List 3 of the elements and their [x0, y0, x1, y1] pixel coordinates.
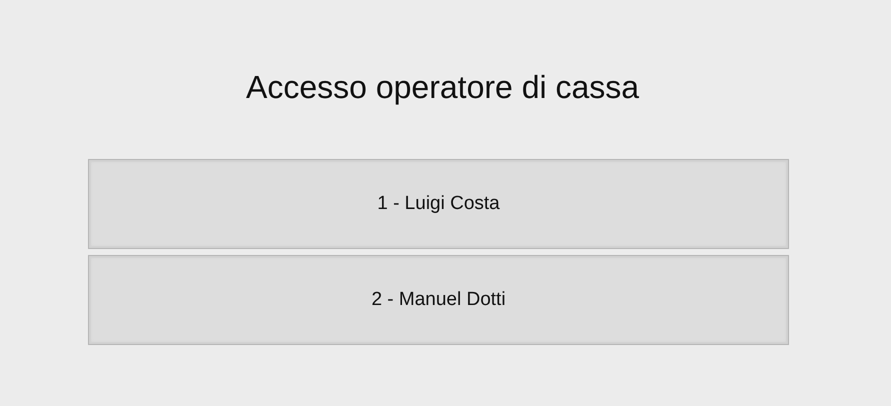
- page-title: Accesso operatore di cassa: [246, 68, 640, 107]
- operator-button[interactable]: 1 - Luigi Costa: [88, 159, 789, 249]
- operator-button[interactable]: 2 - Manuel Dotti: [88, 255, 789, 345]
